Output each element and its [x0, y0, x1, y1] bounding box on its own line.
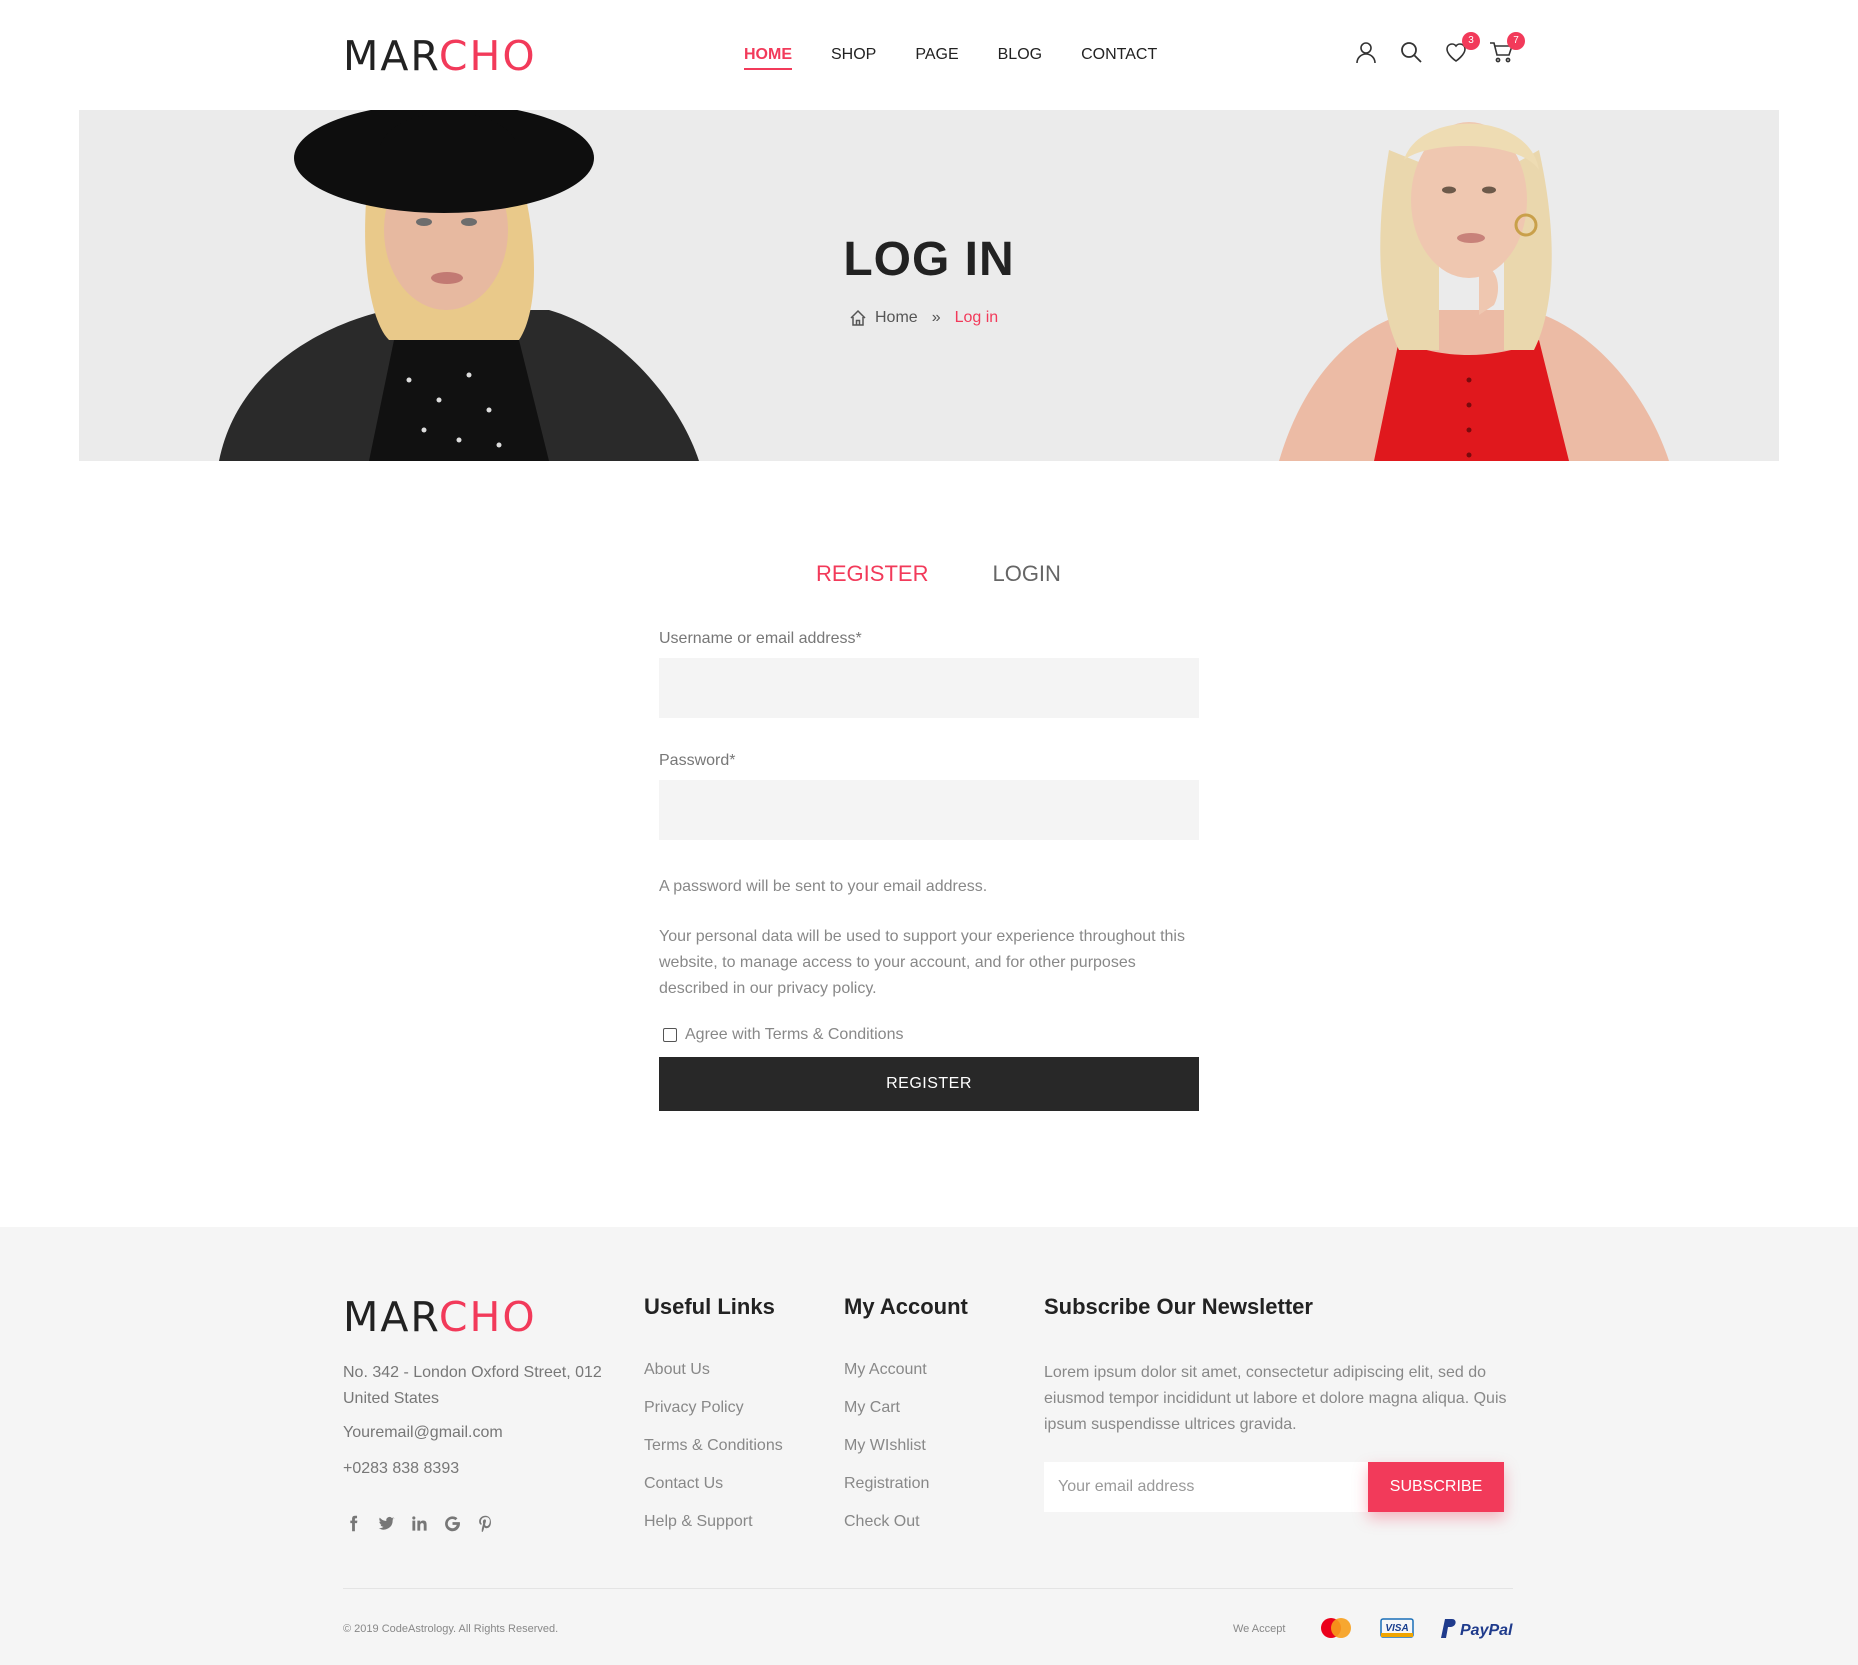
main-nav: HOME SHOP PAGE BLOG CONTACT [744, 46, 1196, 70]
header-actions: 3 7 [1354, 32, 1534, 64]
footer-phone[interactable]: +0283 838 8393 [343, 1460, 459, 1478]
register-form: Username or email address* Password* A p… [659, 630, 1199, 1111]
footer-email[interactable]: Youremail@gmail.com [343, 1424, 503, 1442]
nav-contact[interactable]: CONTACT [1081, 46, 1157, 70]
twitter-icon[interactable] [376, 1513, 396, 1533]
visa-text: VISA [1385, 1623, 1408, 1634]
register-button[interactable]: REGISTER [659, 1057, 1199, 1111]
breadcrumb-home[interactable]: Home [875, 309, 918, 327]
paypal-icon: PayPal [1441, 1619, 1513, 1639]
nav-blog[interactable]: BLOG [998, 46, 1042, 70]
footer-link-help[interactable]: Help & Support [644, 1510, 783, 1548]
visa-icon: VISA [1380, 1618, 1414, 1638]
subscribe-button[interactable]: SUBSCRIBE [1368, 1462, 1504, 1512]
footer-logo-text-accent: CHO [438, 1293, 537, 1341]
auth-tabs: REGISTER LOGIN [816, 561, 1125, 587]
password-input[interactable] [659, 780, 1199, 840]
footer-address: No. 342 - London Oxford Street, 012 Unit… [343, 1364, 602, 1407]
paypal-text: PayPal [1460, 1622, 1513, 1639]
newsletter-description: Lorem ipsum dolor sit amet, consectetur … [1044, 1364, 1507, 1433]
google-icon[interactable] [442, 1513, 462, 1533]
username-input[interactable] [659, 658, 1199, 718]
privacy-note: Your personal data will be used to suppo… [659, 928, 1185, 997]
footer-logo[interactable]: MARCHO [343, 1295, 537, 1339]
facebook-icon[interactable] [343, 1513, 363, 1533]
my-account-title: My Account [844, 1294, 968, 1319]
breadcrumb-current: Log in [954, 309, 999, 326]
page-banner: LOG IN Home » Log in [79, 110, 1779, 461]
site-logo[interactable]: MARCHO [343, 34, 537, 78]
newsletter-title: Subscribe Our Newsletter [1044, 1294, 1313, 1319]
footer-link-terms[interactable]: Terms & Conditions [644, 1434, 783, 1472]
footer-logo-text-dark: MAR [343, 1293, 439, 1341]
footer-link-privacy[interactable]: Privacy Policy [644, 1396, 783, 1434]
tab-register[interactable]: REGISTER [816, 561, 928, 587]
home-icon [850, 309, 866, 326]
tab-login[interactable]: LOGIN [992, 561, 1060, 587]
footer-link-about[interactable]: About Us [644, 1358, 783, 1396]
site-footer: MARCHO No. 342 - London Oxford Street, 0… [0, 1227, 1858, 1665]
social-links [343, 1513, 508, 1533]
we-accept-label: We Accept [1233, 1623, 1286, 1635]
cart-count-badge: 7 [1507, 32, 1525, 50]
user-icon[interactable] [1354, 40, 1378, 64]
username-label: Username or email address* [659, 630, 862, 647]
footer-link-my-wishlist[interactable]: My WIshlist [844, 1434, 929, 1472]
search-icon[interactable] [1399, 40, 1423, 64]
copyright: © 2019 CodeAstrology. All Rights Reserve… [343, 1623, 559, 1635]
agree-terms[interactable]: Agree with Terms & Conditions [659, 1026, 1199, 1044]
wishlist-count-badge: 3 [1462, 32, 1480, 50]
page-title: LOG IN [843, 233, 1015, 286]
footer-link-my-cart[interactable]: My Cart [844, 1396, 929, 1434]
site-header: MARCHO HOME SHOP PAGE BLOG CONTACT 3 7 [0, 0, 1858, 110]
footer-link-checkout[interactable]: Check Out [844, 1510, 929, 1548]
logo-text-dark: MAR [343, 32, 439, 80]
newsletter-email-input[interactable]: Your email address [1044, 1462, 1368, 1512]
heart-icon[interactable]: 3 [1444, 32, 1480, 64]
footer-link-my-account[interactable]: My Account [844, 1358, 929, 1396]
linkedin-icon[interactable] [409, 1513, 429, 1533]
nav-page[interactable]: PAGE [915, 46, 958, 70]
password-label: Password* [659, 752, 736, 769]
cart-icon[interactable]: 7 [1489, 32, 1525, 64]
useful-links-list: About Us Privacy Policy Terms & Conditio… [644, 1358, 783, 1548]
footer-divider [343, 1588, 1513, 1589]
nav-home[interactable]: HOME [744, 46, 792, 70]
pinterest-icon[interactable] [475, 1513, 495, 1533]
breadcrumb: Home » Log in [849, 309, 998, 327]
footer-link-registration[interactable]: Registration [844, 1472, 929, 1510]
agree-checkbox[interactable] [663, 1028, 677, 1042]
breadcrumb-separator-icon: » [931, 309, 941, 326]
my-account-list: My Account My Cart My WIshlist Registrat… [844, 1358, 929, 1548]
mastercard-icon [1321, 1618, 1351, 1638]
nav-shop[interactable]: SHOP [831, 46, 876, 70]
footer-link-contact[interactable]: Contact Us [644, 1472, 783, 1510]
useful-links-title: Useful Links [644, 1294, 775, 1319]
agree-label: Agree with Terms & Conditions [685, 1026, 904, 1043]
logo-text-accent: CHO [438, 32, 537, 80]
password-note: A password will be sent to your email ad… [659, 878, 988, 895]
